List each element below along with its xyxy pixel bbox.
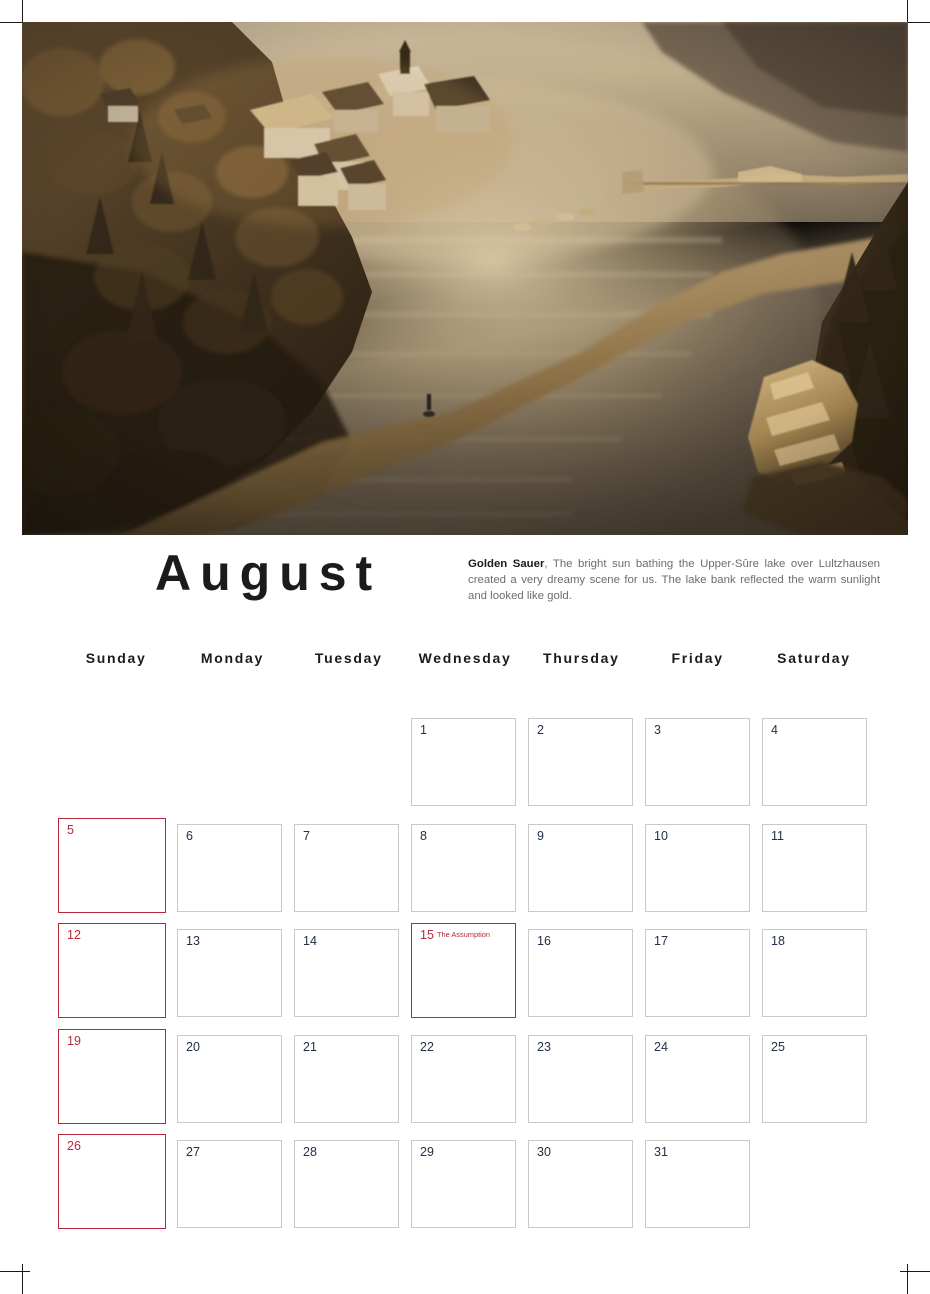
day-number: 23 (537, 1039, 551, 1054)
day-number: 6 (186, 828, 193, 843)
calendar-day-cell[interactable]: 16 (528, 929, 633, 1017)
weekday-header-row: Sunday Monday Tuesday Wednesday Thursday… (58, 650, 872, 666)
calendar-day-cell[interactable]: 19 (58, 1028, 166, 1124)
day-number: 26 (67, 1139, 81, 1153)
day-number: 31 (654, 1145, 668, 1159)
calendar-week-row: 19 20 21 22 23 24 25 (58, 1023, 872, 1129)
calendar-day-cell[interactable]: 27 (177, 1140, 282, 1228)
calendar-day-cell[interactable]: 2 (528, 718, 633, 806)
calendar-day-cell[interactable]: 30 (528, 1140, 633, 1228)
calendar-day-cell-empty (294, 718, 399, 806)
weekday-header-thursday: Thursday (543, 650, 620, 666)
calendar-week-row: 1 2 3 4 (58, 706, 872, 812)
calendar-day-cell[interactable]: 20 (177, 1034, 282, 1123)
crop-mark-bottom-right-horizontal (900, 1271, 930, 1272)
day-number: 24 (654, 1039, 668, 1054)
calendar-day-cell[interactable]: 12 (58, 923, 166, 1018)
crop-mark-bottom-left-vertical (22, 1264, 23, 1294)
calendar-day-cell[interactable]: 21 (294, 1034, 399, 1123)
holiday-label: The Assumption (437, 930, 490, 939)
weekday-header-sunday: Sunday (85, 650, 147, 666)
calendar-day-cell[interactable]: 11 (762, 823, 867, 912)
calendar-day-cell[interactable]: 23 (528, 1034, 633, 1123)
day-number: 2 (537, 723, 544, 737)
calendar-week-row: 26 27 28 29 30 31 (58, 1128, 872, 1234)
day-number: 22 (420, 1039, 434, 1054)
day-number: 4 (771, 723, 778, 737)
calendar-day-cell-empty (177, 718, 282, 806)
crop-mark-bottom-right-vertical (907, 1264, 908, 1294)
calendar-week-row: 5 6 7 8 9 10 11 (58, 812, 872, 918)
day-number: 29 (420, 1145, 434, 1159)
calendar-day-cell[interactable]: 8 (411, 823, 516, 912)
weekday-header-wednesday: Wednesday (418, 650, 512, 666)
calendar-day-cell[interactable]: 29 (411, 1140, 516, 1228)
calendar-day-cell-empty (762, 1140, 867, 1228)
day-number: 18 (771, 934, 785, 948)
day-number: 21 (303, 1039, 317, 1054)
calendar-day-cell[interactable]: 10 (645, 823, 750, 912)
day-number: 25 (771, 1039, 785, 1054)
calendar-day-cell[interactable]: 15 The Assumption (411, 923, 516, 1018)
day-number: 5 (67, 822, 74, 837)
calendar-day-cell[interactable]: 28 (294, 1140, 399, 1228)
day-number: 13 (186, 934, 200, 948)
calendar-day-cell[interactable]: 13 (177, 929, 282, 1017)
calendar-week-row: 12 13 14 15 The Assumption 16 17 18 (58, 917, 872, 1023)
day-number: 8 (420, 828, 427, 843)
day-number: 15 (420, 928, 434, 942)
calendar-day-cell[interactable]: 24 (645, 1034, 750, 1123)
calendar-day-cell[interactable]: 25 (762, 1034, 867, 1123)
day-number: 16 (537, 934, 551, 948)
calendar-day-cell[interactable]: 22 (411, 1034, 516, 1123)
calendar-day-cell-empty (58, 718, 163, 806)
weekday-header-monday: Monday (200, 650, 264, 666)
calendar-day-cell[interactable]: 3 (645, 718, 750, 806)
calendar-day-cell[interactable]: 7 (294, 823, 399, 912)
crop-mark-bottom-left-horizontal (0, 1271, 30, 1272)
calendar-day-cell[interactable]: 26 (58, 1134, 166, 1229)
day-number: 9 (537, 828, 544, 843)
day-number: 17 (654, 934, 668, 948)
day-number: 19 (67, 1033, 81, 1048)
day-number: 11 (771, 828, 784, 843)
day-number: 3 (654, 723, 661, 737)
day-number: 30 (537, 1145, 551, 1159)
calendar-day-cell[interactable]: 1 (411, 718, 516, 806)
day-number: 27 (186, 1145, 200, 1159)
photo-caption: Golden Sauer, The bright sun bathing the… (468, 556, 880, 604)
calendar-grid: 1 2 3 4 5 6 7 8 9 10 11 12 13 14 15 The Assumption 16 17 1… (58, 706, 872, 1234)
weekday-header-saturday: Saturday (777, 650, 851, 666)
calendar-day-cell[interactable]: 31 (645, 1140, 750, 1228)
calendar-day-cell[interactable]: 9 (528, 823, 633, 912)
day-number: 12 (67, 928, 81, 942)
calendar-day-cell[interactable]: 5 (58, 817, 166, 913)
calendar-day-cell[interactable]: 6 (177, 823, 282, 912)
calendar-day-cell[interactable]: 17 (645, 929, 750, 1017)
day-number: 20 (186, 1039, 200, 1054)
day-number: 10 (654, 828, 668, 843)
day-number: 1 (420, 723, 427, 737)
calendar-photo (22, 22, 908, 535)
page-title: August (155, 545, 382, 601)
weekday-header-friday: Friday (671, 650, 724, 666)
calendar-day-cell[interactable]: 14 (294, 929, 399, 1017)
weekday-header-tuesday: Tuesday (314, 650, 383, 666)
calendar-day-cell[interactable]: 18 (762, 929, 867, 1017)
day-number: 7 (303, 828, 310, 843)
calendar-day-cell[interactable]: 4 (762, 718, 867, 806)
day-number: 14 (303, 934, 317, 948)
day-number: 28 (303, 1145, 317, 1159)
photo-caption-lead: Golden Sauer (468, 558, 545, 570)
